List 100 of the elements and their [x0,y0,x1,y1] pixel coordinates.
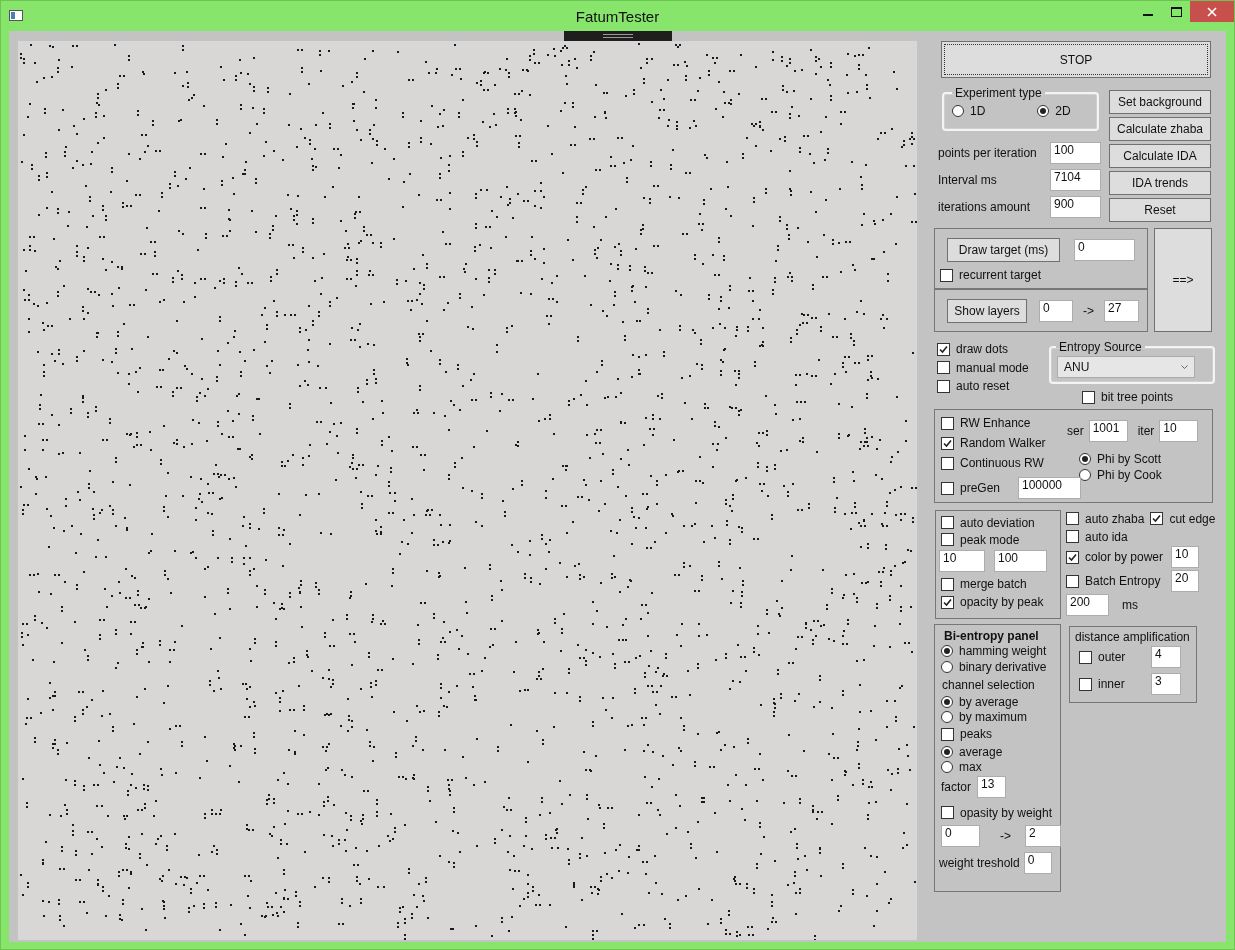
input-field[interactable]: 100 [1050,142,1101,164]
maximize-icon [1170,6,1182,17]
radio-button[interactable] [941,645,953,657]
checkbox[interactable] [1150,512,1164,525]
checkbox[interactable] [1066,512,1079,525]
window-title: FatumTester [575,8,660,25]
action-button[interactable]: Set background [1109,90,1211,114]
checkbox[interactable] [937,361,950,375]
radio-label: Phi by Scott [1097,452,1162,466]
input-field[interactable]: 20 [1171,570,1199,592]
checkbox-label: Continuous RW [960,456,1044,470]
checkbox[interactable] [941,436,954,450]
checkbox-label: recurrent target [959,268,1042,282]
range-arrow: -> [1000,829,1011,843]
input-field[interactable]: 100000 [1018,477,1081,499]
input-field[interactable]: 10 [1159,420,1199,442]
checkbox[interactable] [1082,390,1095,404]
radio-label: by average [959,694,1019,709]
radio-label: average [959,744,1003,759]
checkbox-label: auto reset [956,379,1010,394]
radio-button[interactable] [941,695,953,708]
checkbox[interactable] [941,456,954,470]
drawer-handle[interactable] [564,31,672,41]
checkbox-label: bit tree points [1101,390,1174,404]
checkbox[interactable] [937,379,950,393]
checkbox-label: Batch Entropy [1085,574,1161,588]
checkbox-label: auto ida [1085,529,1128,544]
action-button[interactable]: Calculate IDA [1109,144,1211,168]
checkbox[interactable] [937,342,950,356]
panel-title: distance amplification [1075,630,1191,644]
input-field[interactable]: 0 [1039,300,1073,322]
chevron-down-icon [1181,365,1188,369]
radio-button[interactable] [952,105,964,117]
group-title: Entropy Source [1058,340,1143,354]
checkbox[interactable] [1079,650,1092,664]
checkbox-label: peaks [960,727,993,741]
panel-title: Bi-entropy panel [944,629,1040,643]
input-field[interactable]: 200 [1066,594,1109,616]
input-field[interactable]: 13 [977,776,1006,798]
input-field[interactable]: 100 [994,550,1047,572]
checkbox-label: cut edge [1169,511,1216,526]
input-field[interactable]: 1001 [1088,420,1128,442]
checkbox-label: draw dots [956,342,1009,357]
checkbox-label: opasity by weight [960,805,1053,820]
input-field[interactable]: 0 [941,825,980,847]
radio-label: 1D [970,104,986,118]
input-field[interactable]: 3 [1151,673,1181,695]
radio-label: by maximum [959,709,1027,724]
input-field[interactable]: 900 [1050,196,1101,218]
radio-button[interactable] [941,661,953,673]
radio-button[interactable] [941,745,953,758]
checkbox[interactable] [1066,530,1079,543]
action-button[interactable]: IDA trends [1109,171,1211,195]
input-field[interactable]: 4 [1151,646,1181,668]
input-field[interactable]: 0 [1023,852,1052,874]
app-icon [9,10,23,21]
param-label: points per iteration [938,146,1038,160]
factor-label: factor [941,780,971,794]
checkbox-label: auto deviation [960,515,1035,530]
next-button[interactable]: ==> [1154,228,1212,332]
checkbox-label: Random Walker [960,436,1046,450]
checkbox[interactable] [941,533,954,546]
checkbox-label: preGen [960,481,1001,495]
action-button[interactable]: Calculate zhaba [1109,117,1211,141]
checkbox[interactable] [941,727,954,741]
input-field[interactable]: 10 [1171,546,1199,568]
checkbox[interactable] [941,806,954,819]
ser-label: ser [1067,424,1084,438]
radio-button[interactable] [1037,105,1050,117]
range-arrow: -> [1083,304,1094,318]
radio-label: Phi by Cook [1097,468,1162,482]
param-label: iterations amount [938,200,1032,214]
checkbox[interactable] [941,416,954,430]
radio-button[interactable] [941,760,953,773]
checkbox-label: merge batch [960,577,1027,591]
input-field[interactable]: 0 [1074,239,1135,261]
checkbox[interactable] [940,268,953,282]
radio-button[interactable] [941,710,953,723]
radio-button[interactable] [1079,453,1091,465]
checkbox[interactable] [941,577,954,591]
iter-label: iter [1137,424,1155,438]
checkbox[interactable] [1066,550,1079,564]
checkbox[interactable] [1079,677,1092,691]
checkbox-label: manual mode [956,360,1029,375]
draw-target-button[interactable]: Draw target (ms) [947,238,1060,262]
input-field[interactable]: 27 [1104,300,1139,322]
radio-button[interactable] [1079,469,1091,481]
stop-button[interactable]: STOP [941,41,1211,78]
checkbox[interactable] [1066,574,1079,588]
minimize-icon [1143,14,1153,16]
show-layers-button[interactable]: Show layers [947,299,1027,323]
checkbox[interactable] [941,516,954,529]
checkbox[interactable] [941,595,954,609]
action-button[interactable]: Reset [1109,198,1211,222]
input-field[interactable]: 10 [939,550,985,572]
checkbox-label: peak mode [960,532,1020,547]
checkbox[interactable] [941,481,954,495]
entropy-source-dropdown[interactable]: ANU [1057,356,1195,378]
input-field[interactable]: 7104 [1050,169,1101,191]
input-field[interactable]: 2 [1025,825,1061,847]
